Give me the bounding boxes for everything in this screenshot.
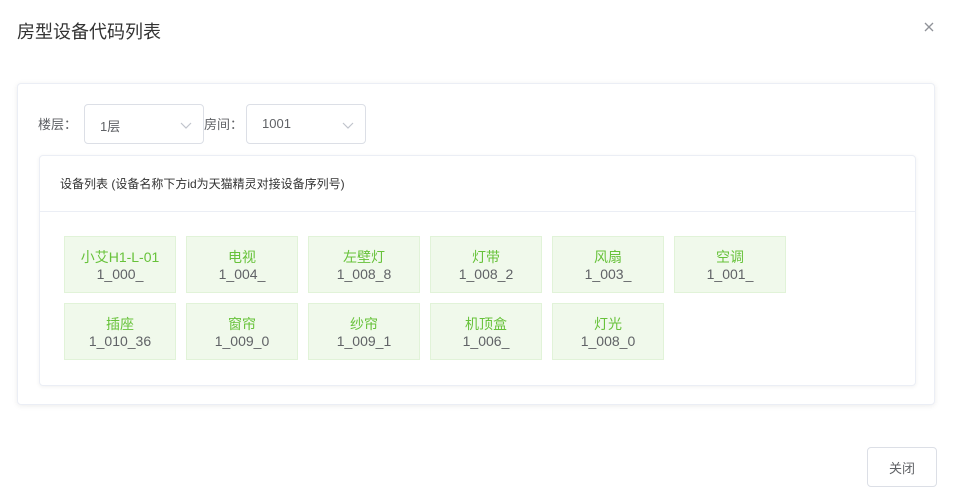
device-code: 1_009_0 [214, 333, 270, 349]
device-grid: 小艾H1-L-01 1_000_ 电视 1_004_ 左壁灯 1_008_8 灯带 1_008… [64, 236, 804, 360]
device-item[interactable]: 灯带 1_008_2 [430, 236, 542, 293]
device-item[interactable]: 灯光 1_008_0 [552, 303, 664, 360]
device-code: 1_008_8 [336, 266, 392, 282]
device-name: 窗帘 [228, 316, 256, 332]
device-item[interactable]: 插座 1_010_36 [64, 303, 176, 360]
device-name: 左壁灯 [343, 249, 385, 265]
close-icon[interactable] [918, 16, 940, 38]
device-code: 1_000_ [96, 266, 144, 282]
room-label: 房间： [204, 117, 244, 132]
device-code: 1_009_1 [336, 333, 392, 349]
device-name: 灯带 [472, 249, 500, 265]
device-name: 风扇 [594, 249, 622, 265]
device-name: 灯光 [594, 316, 622, 332]
device-item[interactable]: 空调 1_001_ [674, 236, 786, 293]
device-code: 1_004_ [218, 266, 266, 282]
device-name: 空调 [716, 249, 744, 265]
device-item[interactable]: 窗帘 1_009_0 [186, 303, 298, 360]
device-item[interactable]: 小艾H1-L-01 1_000_ [64, 236, 176, 293]
floor-select[interactable]: 1层 [84, 104, 204, 144]
device-code: 1_001_ [706, 266, 754, 282]
floor-label: 楼层： [38, 117, 78, 132]
device-item[interactable]: 电视 1_004_ [186, 236, 298, 293]
device-name: 插座 [106, 316, 134, 332]
device-list-header: 设备列表 (设备名称下方id为天猫精灵对接设备序列号) [40, 156, 915, 212]
device-item[interactable]: 风扇 1_003_ [552, 236, 664, 293]
room-select-value: 1001 [262, 116, 291, 131]
device-code: 1_006_ [462, 333, 510, 349]
device-code: 1_003_ [584, 266, 632, 282]
room-select[interactable]: 1001 [246, 104, 366, 144]
device-name: 电视 [228, 249, 256, 265]
chevron-down-icon [180, 122, 192, 129]
device-code: 1_008_2 [458, 266, 514, 282]
close-button[interactable]: 关闭 [867, 447, 937, 487]
device-item[interactable]: 纱帘 1_009_1 [308, 303, 420, 360]
device-item[interactable]: 左壁灯 1_008_8 [308, 236, 420, 293]
device-name: 机顶盒 [465, 316, 507, 332]
device-code: 1_010_36 [88, 333, 152, 349]
device-item[interactable]: 机顶盒 1_006_ [430, 303, 542, 360]
chevron-down-icon [342, 122, 354, 129]
device-name: 纱帘 [350, 316, 378, 332]
dialog-title: 房型设备代码列表 [17, 22, 161, 42]
device-name: 小艾H1-L-01 [80, 249, 160, 265]
device-code: 1_008_0 [580, 333, 636, 349]
floor-select-value: 1层 [100, 119, 121, 134]
